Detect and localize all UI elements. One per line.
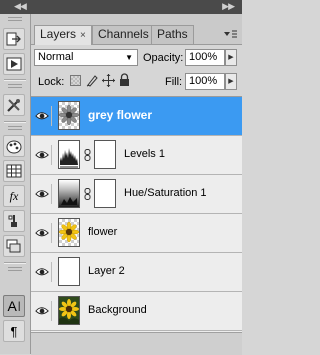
close-tab-icon[interactable]: × bbox=[80, 30, 86, 41]
opacity-slider-arrow-icon[interactable]: ▶ bbox=[225, 49, 237, 66]
history-icon[interactable] bbox=[3, 28, 25, 50]
styles-icon[interactable]: fx bbox=[3, 185, 25, 207]
layer-thumbnail bbox=[58, 257, 80, 286]
layer-row-grey-flower[interactable]: grey flower bbox=[31, 97, 242, 136]
layer-thumbnail bbox=[58, 296, 80, 325]
color-icon[interactable] bbox=[3, 135, 25, 157]
chevron-down-icon: ▼ bbox=[125, 53, 133, 62]
layer-thumbnail bbox=[58, 218, 80, 247]
character-icon[interactable]: A | bbox=[3, 295, 25, 317]
grip-handle-4[interactable] bbox=[8, 267, 22, 271]
tab-paths[interactable]: Paths bbox=[151, 25, 194, 44]
fill-input[interactable]: 100% bbox=[185, 73, 225, 90]
lock-position-icon[interactable] bbox=[102, 74, 115, 87]
chain-link-icon[interactable] bbox=[84, 149, 91, 161]
opacity-input[interactable]: 100% bbox=[185, 49, 225, 66]
tab-row: Layers × Channels Paths bbox=[31, 14, 242, 45]
layer-mask-thumbnail[interactable] bbox=[94, 140, 116, 169]
layer-row-background[interactable]: Background bbox=[31, 292, 242, 331]
fill-slider-arrow-icon[interactable]: ▶ bbox=[225, 73, 237, 90]
actions-icon[interactable] bbox=[3, 53, 25, 75]
layer-thumbnail bbox=[58, 101, 80, 130]
layer-name: Hue/Saturation 1 bbox=[124, 187, 207, 199]
layer-name: grey flower bbox=[88, 108, 153, 122]
layer-row-layer-2[interactable]: Layer 2 bbox=[31, 253, 242, 292]
collapse-dock-icon[interactable]: ◀◀ bbox=[14, 1, 27, 12]
eye-icon[interactable] bbox=[34, 301, 52, 321]
tool-presets-icon[interactable] bbox=[3, 94, 25, 116]
levels-adjustment-icon bbox=[58, 140, 80, 169]
panel-dock-title-bar: ◀◀ ▶▶ bbox=[0, 0, 242, 14]
layer-row-levels-1[interactable]: Levels 1 bbox=[31, 136, 242, 175]
layers-panel: Layers × Channels Paths Normal ▼ Opacity:… bbox=[31, 14, 242, 355]
panel-menu-icon[interactable] bbox=[224, 30, 237, 40]
lock-transparent-pixels-icon[interactable] bbox=[70, 75, 81, 86]
opacity-label: Opacity: bbox=[143, 52, 184, 64]
eye-icon[interactable] bbox=[34, 106, 52, 126]
expand-dock-icon[interactable]: ▶▶ bbox=[222, 1, 235, 12]
layers-panel-footer bbox=[31, 332, 242, 355]
layer-name: Background bbox=[88, 304, 147, 316]
eye-icon[interactable] bbox=[34, 145, 52, 165]
chain-link-icon[interactable] bbox=[84, 188, 91, 200]
layer-row-flower[interactable]: flower bbox=[31, 214, 242, 253]
tab-layers[interactable]: Layers × bbox=[34, 25, 92, 45]
blend-mode-select[interactable]: Normal ▼ bbox=[34, 49, 138, 66]
eye-icon[interactable] bbox=[34, 223, 52, 243]
layers-list: grey flower Levels 1 Hue/Saturation 1 fl… bbox=[31, 96, 242, 332]
swatches-icon[interactable] bbox=[3, 160, 25, 182]
panel-icon-strip: fx A | ¶ bbox=[0, 14, 31, 354]
lock-all-icon[interactable] bbox=[119, 73, 130, 87]
fill-label: Fill: bbox=[165, 76, 183, 88]
clone-source-icon[interactable] bbox=[3, 210, 25, 232]
grip-handle[interactable] bbox=[8, 17, 22, 21]
blend-mode-value: Normal bbox=[38, 51, 74, 63]
lock-label: Lock: bbox=[38, 76, 65, 88]
layer-comps-icon[interactable] bbox=[3, 235, 25, 257]
tab-channels[interactable]: Channels bbox=[92, 25, 155, 44]
layer-name: Layer 2 bbox=[88, 265, 125, 277]
hue-saturation-adjustment-icon bbox=[58, 179, 80, 208]
eye-icon[interactable] bbox=[34, 184, 52, 204]
layer-mask-thumbnail[interactable] bbox=[94, 179, 116, 208]
grip-handle-2[interactable] bbox=[8, 84, 22, 88]
eye-icon[interactable] bbox=[34, 262, 52, 282]
lock-image-pixels-icon[interactable] bbox=[86, 74, 98, 87]
layer-name: Levels 1 bbox=[124, 148, 165, 160]
paragraph-icon[interactable]: ¶ bbox=[3, 320, 25, 342]
grip-handle-3[interactable] bbox=[8, 126, 22, 130]
layer-name: flower bbox=[88, 226, 118, 238]
layer-row-hue-saturation-1[interactable]: Hue/Saturation 1 bbox=[31, 175, 242, 214]
